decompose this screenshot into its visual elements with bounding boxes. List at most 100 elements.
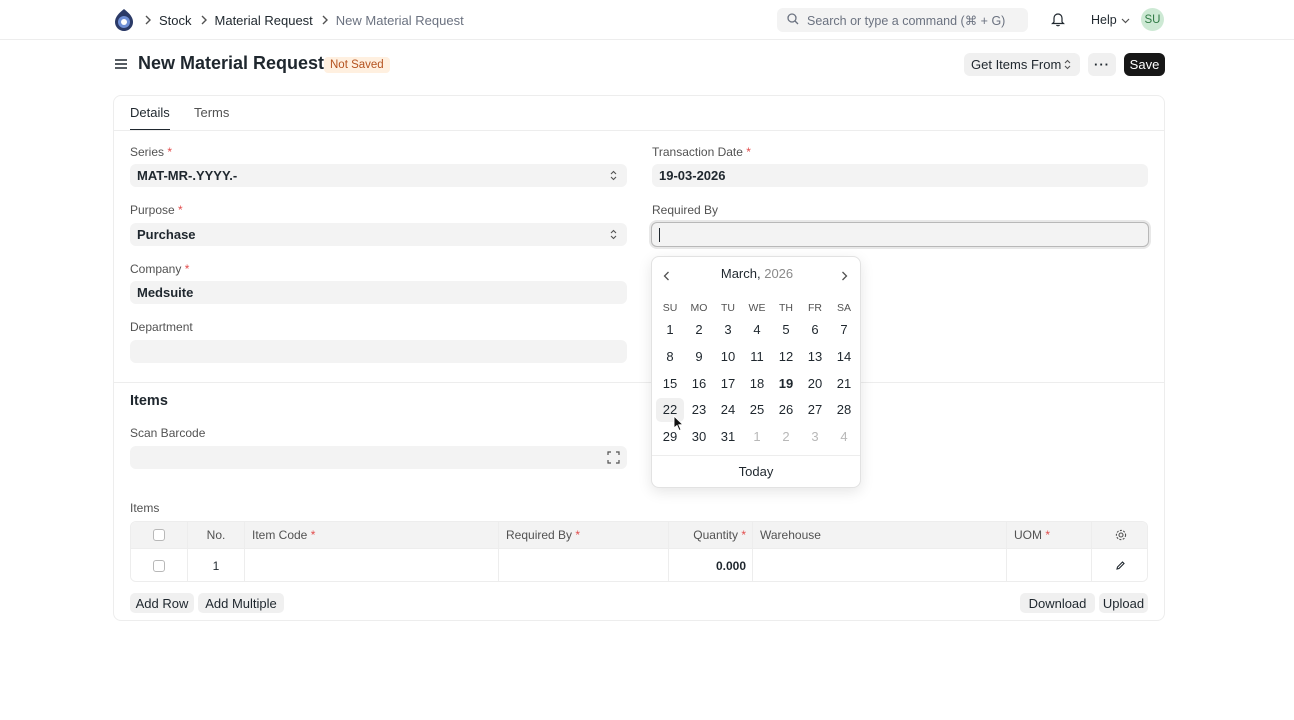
column-header-no: No. bbox=[188, 522, 245, 548]
calendar-day[interactable]: 3 bbox=[714, 318, 742, 342]
chevron-right-icon bbox=[144, 15, 152, 25]
column-header-uom: UOM * bbox=[1007, 522, 1092, 548]
transaction-date-field[interactable]: 19-03-2026 bbox=[652, 164, 1148, 187]
sort-arrows-icon bbox=[1064, 59, 1071, 70]
series-select[interactable]: MAT-MR-.YYYY.- bbox=[130, 164, 627, 187]
help-menu[interactable]: Help bbox=[1091, 13, 1130, 27]
calendar-day[interactable]: 4 bbox=[830, 425, 858, 449]
edit-pencil-icon[interactable] bbox=[1115, 560, 1126, 571]
calendar-day[interactable]: 25 bbox=[743, 398, 771, 422]
select-arrows-icon bbox=[610, 170, 617, 181]
avatar[interactable]: SU bbox=[1141, 8, 1164, 31]
purpose-value: Purchase bbox=[137, 227, 196, 242]
calendar-day[interactable]: 12 bbox=[772, 345, 800, 369]
search-input[interactable]: Search or type a command (⌘ + G) bbox=[777, 8, 1028, 32]
row-quantity[interactable]: 0.000 bbox=[669, 549, 753, 581]
select-all-checkbox[interactable] bbox=[153, 529, 165, 541]
search-placeholder: Search or type a command (⌘ + G) bbox=[807, 13, 1006, 28]
today-button[interactable]: Today bbox=[652, 464, 860, 479]
row-required-by[interactable] bbox=[499, 549, 669, 581]
weekday-header: FR bbox=[808, 302, 822, 314]
calendar-day[interactable]: 4 bbox=[743, 318, 771, 342]
purpose-select[interactable]: Purchase bbox=[130, 223, 627, 246]
row-edit-cell bbox=[1092, 549, 1147, 581]
department-field[interactable] bbox=[130, 340, 627, 363]
row-select-cell bbox=[131, 549, 188, 581]
weekday-header: SA bbox=[836, 302, 851, 314]
calendar-day[interactable]: 2 bbox=[685, 318, 713, 342]
items-table-header: No. Item Code * Required By * Quantity *… bbox=[131, 522, 1147, 549]
row-item-code[interactable] bbox=[245, 549, 499, 581]
get-items-from-button[interactable]: Get Items From bbox=[964, 53, 1080, 76]
calendar-day[interactable]: 8 bbox=[656, 345, 684, 369]
calendar-day[interactable]: 14 bbox=[830, 345, 858, 369]
select-arrows-icon bbox=[610, 229, 617, 240]
tab-details[interactable]: Details bbox=[130, 105, 170, 120]
calendar-day[interactable]: 16 bbox=[685, 372, 713, 396]
row-no: 1 bbox=[188, 549, 245, 581]
chevron-right-icon bbox=[200, 15, 208, 25]
required-by-label: Required By bbox=[652, 203, 719, 217]
calendar-day[interactable]: 15 bbox=[656, 372, 684, 396]
company-label: Company * bbox=[130, 262, 190, 276]
barcode-scan-icon[interactable] bbox=[607, 451, 620, 464]
series-label: Series * bbox=[130, 145, 173, 159]
calendar-day[interactable]: 13 bbox=[801, 345, 829, 369]
tab-terms[interactable]: Terms bbox=[194, 105, 229, 120]
calendar-day[interactable]: 21 bbox=[830, 372, 858, 396]
calendar-day[interactable]: 9 bbox=[685, 345, 713, 369]
purpose-label: Purpose * bbox=[130, 203, 183, 217]
calendar-day[interactable]: 18 bbox=[743, 372, 771, 396]
row-warehouse[interactable] bbox=[753, 549, 1007, 581]
transaction-date-value: 19-03-2026 bbox=[659, 168, 726, 183]
scan-barcode-input[interactable] bbox=[130, 446, 627, 469]
weekday-header: SU bbox=[662, 302, 678, 314]
company-field[interactable]: Medsuite bbox=[130, 281, 627, 304]
calendar-day[interactable]: 31 bbox=[714, 425, 742, 449]
save-button[interactable]: Save bbox=[1124, 53, 1165, 76]
weekday-header: TU bbox=[721, 302, 735, 314]
more-actions-button[interactable]: ··· bbox=[1088, 53, 1116, 76]
calendar-day[interactable]: 7 bbox=[830, 318, 858, 342]
datepicker-divider bbox=[652, 455, 860, 456]
calendar-day[interactable]: 19 bbox=[772, 372, 800, 396]
calendar-day[interactable]: 26 bbox=[772, 398, 800, 422]
gear-icon[interactable] bbox=[1115, 529, 1127, 541]
calendar-day[interactable]: 1 bbox=[743, 425, 771, 449]
required-by-field[interactable] bbox=[651, 222, 1149, 247]
datepicker-year[interactable]: 2026 bbox=[764, 266, 793, 281]
calendar-day[interactable]: 27 bbox=[801, 398, 829, 422]
upload-button[interactable]: Upload bbox=[1099, 593, 1148, 613]
calendar-day[interactable]: 17 bbox=[714, 372, 742, 396]
calendar-day[interactable]: 5 bbox=[772, 318, 800, 342]
help-label: Help bbox=[1091, 13, 1117, 27]
calendar-day[interactable]: 3 bbox=[801, 425, 829, 449]
calendar-day[interactable]: 10 bbox=[714, 345, 742, 369]
chevron-right-icon[interactable] bbox=[841, 269, 848, 284]
text-caret bbox=[659, 227, 660, 242]
datepicker-title: March, 2026 bbox=[652, 266, 862, 284]
calendar-day[interactable]: 6 bbox=[801, 318, 829, 342]
calendar-day[interactable]: 23 bbox=[685, 398, 713, 422]
calendar-day[interactable]: 24 bbox=[714, 398, 742, 422]
column-header-warehouse: Warehouse bbox=[753, 522, 1007, 548]
company-value: Medsuite bbox=[137, 285, 194, 300]
calendar-day[interactable]: 2 bbox=[772, 425, 800, 449]
breadcrumb-material-request[interactable]: Material Request bbox=[215, 13, 313, 28]
notification-bell-icon[interactable] bbox=[1051, 12, 1065, 30]
column-header-item-code: Item Code * bbox=[245, 522, 499, 548]
calendar-day[interactable]: 1 bbox=[656, 318, 684, 342]
sidebar-toggle-icon[interactable] bbox=[114, 57, 128, 74]
row-uom[interactable] bbox=[1007, 549, 1092, 581]
add-multiple-button[interactable]: Add Multiple bbox=[198, 593, 284, 613]
calendar-day[interactable]: 11 bbox=[743, 345, 771, 369]
calendar-day[interactable]: 28 bbox=[830, 398, 858, 422]
calendar-day[interactable]: 30 bbox=[685, 425, 713, 449]
download-button[interactable]: Download bbox=[1020, 593, 1095, 613]
table-row[interactable]: 1 0.000 bbox=[131, 549, 1147, 581]
row-checkbox[interactable] bbox=[153, 559, 165, 572]
calendar-day[interactable]: 20 bbox=[801, 372, 829, 396]
breadcrumb-stock[interactable]: Stock bbox=[159, 13, 192, 28]
add-row-button[interactable]: Add Row bbox=[130, 593, 194, 613]
app-logo-icon[interactable] bbox=[113, 8, 135, 32]
